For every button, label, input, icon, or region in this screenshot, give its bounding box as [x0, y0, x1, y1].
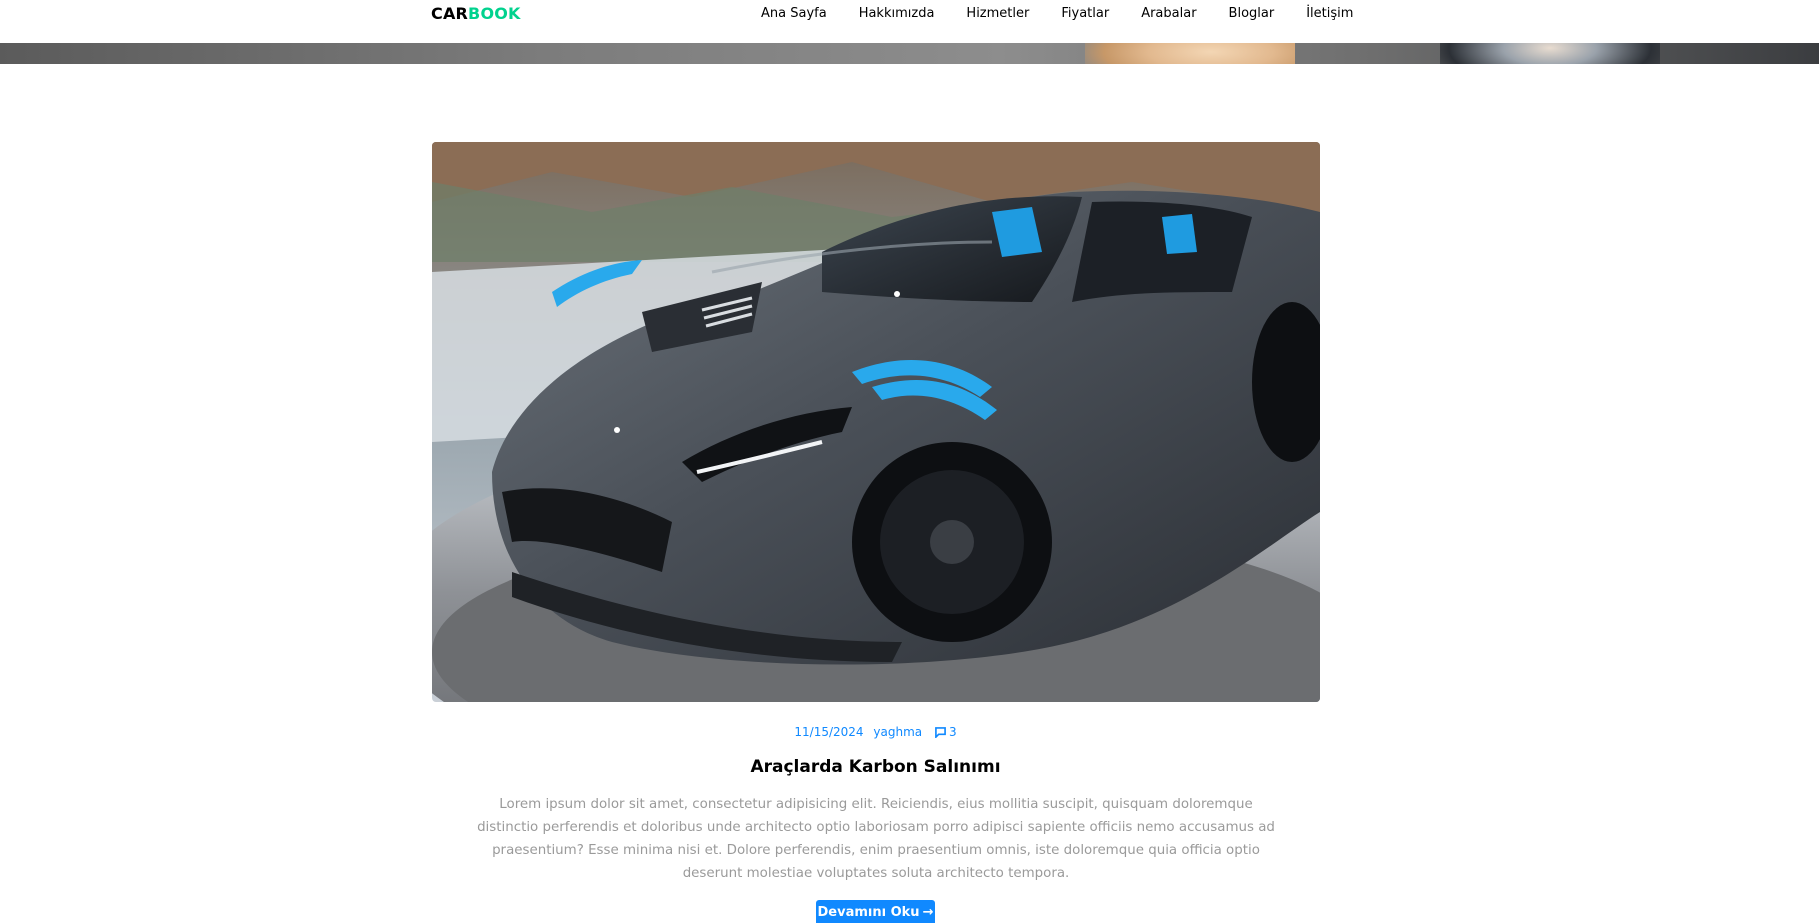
brand-logo[interactable]: CARBOOK [431, 4, 521, 23]
read-more-label: Devamını Oku [817, 905, 920, 920]
post-excerpt: Lorem ipsum dolor sit amet, consectetur … [477, 797, 1275, 881]
arrow-right-icon: → [922, 905, 934, 920]
nav-menu: Ana Sayfa Hakkımızda Hizmetler Fiyatlar … [745, 6, 1369, 21]
post-comment-count[interactable]: 3 [949, 725, 957, 739]
navbar: CARBOOK Ana Sayfa Hakkımızda Hizmetler F… [0, 0, 1819, 43]
nav-item-home[interactable]: Ana Sayfa [745, 6, 843, 21]
nav-item-pricing[interactable]: Fiyatlar [1045, 6, 1125, 21]
nav-item-cars[interactable]: Arabalar [1125, 6, 1212, 21]
post-date[interactable]: 11/15/2024 [794, 725, 863, 739]
blog-post-image[interactable] [432, 142, 1320, 702]
chat-icon [935, 727, 946, 738]
nav-item-contact[interactable]: İletişim [1290, 6, 1369, 21]
brand-logo-part: BOOK [468, 4, 521, 23]
brand-logo-part: CAR [431, 4, 469, 23]
nav-item-services[interactable]: Hizmetler [950, 6, 1045, 21]
nav-item-blogs[interactable]: Bloglar [1213, 6, 1291, 21]
read-more-button[interactable]: Devamını Oku → [816, 900, 935, 923]
post-author[interactable]: yaghma [873, 725, 922, 739]
post-meta: 11/15/2024 yaghma 3 [0, 725, 1751, 739]
sports-car-photo [432, 142, 1320, 702]
nav-item-about[interactable]: Hakkımızda [843, 6, 951, 21]
post-title[interactable]: Araçlarda Karbon Salınımı [0, 757, 1751, 777]
